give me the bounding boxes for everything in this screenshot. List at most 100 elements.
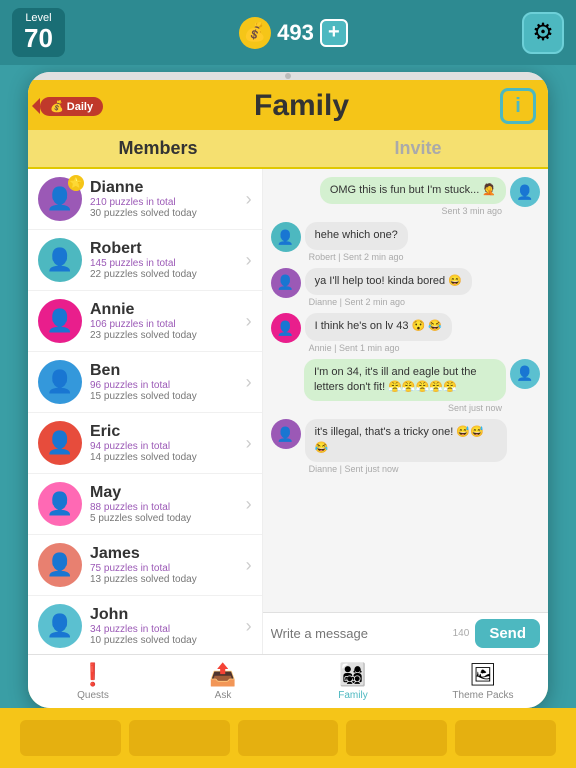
message-meta: Dianne | Sent 2 min ago (305, 297, 472, 307)
bottom-nav: ❗ Quests 📤 Ask 👨‍👩‍👧‍👦 Family 🖼 Theme Pa… (28, 654, 548, 708)
message-text: OMG this is fun but I'm stuck... 🤦 (320, 177, 506, 204)
daily-icon: 💰 (50, 101, 64, 113)
member-item[interactable]: 👤 Ben 96 puzzles in total 15 puzzles sol… (28, 352, 262, 413)
message-avatar: 👤 (510, 359, 540, 389)
bottom-bar (0, 708, 576, 768)
member-item[interactable]: 👤 John 34 puzzles in total 10 puzzles so… (28, 596, 262, 654)
device-notch (28, 72, 548, 80)
member-puzzles-total: 96 puzzles in total (90, 380, 246, 391)
bottom-tile-2 (129, 720, 230, 756)
theme-packs-nav-icon: 🖼 (469, 662, 497, 688)
member-arrow-icon: › (246, 616, 252, 637)
star-badge: ⭐ (68, 175, 84, 191)
member-puzzles-total: 75 puzzles in total (90, 563, 246, 574)
member-arrow-icon: › (246, 311, 252, 332)
chat-input-row: 140 Send (263, 612, 548, 654)
nav-item-ask[interactable]: 📤 Ask (158, 662, 288, 701)
app-header: 💰 Daily Family i (28, 80, 548, 130)
member-puzzles-total: 88 puzzles in total (90, 502, 246, 513)
message-text: ya I'll help too! kinda bored 😄 (305, 268, 472, 295)
member-arrow-icon: › (246, 250, 252, 271)
member-arrow-icon: › (246, 372, 252, 393)
bottom-tile-4 (346, 720, 447, 756)
notch-dot (285, 73, 291, 79)
char-count: 140 (453, 628, 470, 639)
message-meta: Dianne | Sent just now (305, 464, 507, 474)
group-title: Family (254, 89, 349, 123)
message-text: hehe which one? (305, 222, 408, 249)
message-text: I'm on 34, it's ill and eagle but the le… (304, 359, 506, 402)
member-puzzles-total: 34 puzzles in total (90, 624, 246, 635)
message-row: 👤 ya I'll help too! kinda bored 😄 Dianne… (271, 268, 540, 307)
member-info: Ben 96 puzzles in total 15 puzzles solve… (82, 362, 246, 402)
nav-item-theme-packs[interactable]: 🖼 Theme Packs (418, 662, 548, 701)
gear-icon: ⚙ (532, 18, 554, 47)
tab-invite[interactable]: Invite (288, 130, 548, 167)
message-meta: Sent just now (304, 403, 506, 413)
member-avatar: 👤 (38, 421, 82, 465)
message-avatar: 👤 (271, 313, 301, 343)
message-row: 👤 I think he's on lv 43 😯 😂 Annie | Sent… (271, 313, 540, 352)
coin-icon: 💰 (239, 17, 271, 49)
member-avatar: 👤 (38, 543, 82, 587)
member-item[interactable]: 👤 Robert 145 puzzles in total 22 puzzles… (28, 230, 262, 291)
members-list: 👤 ⭐ Dianne 210 puzzles in total 30 puzzl… (28, 169, 263, 654)
settings-button[interactable]: ⚙ (522, 12, 564, 54)
top-bar: Level 70 💰 493 + ⚙ (0, 0, 576, 65)
member-item[interactable]: 👤 James 75 puzzles in total 13 puzzles s… (28, 535, 262, 596)
member-info: Eric 94 puzzles in total 14 puzzles solv… (82, 423, 246, 463)
family-nav-icon: 👨‍👩‍👧‍👦 (339, 662, 366, 688)
message-avatar: 👤 (271, 222, 301, 252)
coins-count: 493 (277, 20, 314, 46)
quests-nav-icon: ❗ (79, 662, 106, 688)
message-bubble: I'm on 34, it's ill and eagle but the le… (304, 359, 506, 414)
info-button[interactable]: i (500, 88, 536, 124)
member-name: Ben (90, 362, 246, 380)
member-name: Eric (90, 423, 246, 441)
daily-label: Daily (67, 101, 93, 113)
coins-area: 💰 493 + (239, 17, 348, 49)
message-avatar: 👤 (510, 177, 540, 207)
message-meta: Robert | Sent 2 min ago (305, 252, 408, 262)
member-item[interactable]: 👤 Annie 106 puzzles in total 23 puzzles … (28, 291, 262, 352)
chat-messages: 👤 OMG this is fun but I'm stuck... 🤦 Sen… (263, 169, 548, 612)
member-item[interactable]: 👤 May 88 puzzles in total 5 puzzles solv… (28, 474, 262, 535)
member-item[interactable]: 👤 Eric 94 puzzles in total 14 puzzles so… (28, 413, 262, 474)
level-number: 70 (24, 24, 53, 53)
member-item[interactable]: 👤 ⭐ Dianne 210 puzzles in total 30 puzzl… (28, 169, 262, 230)
member-puzzles-today: 5 puzzles solved today (90, 513, 246, 524)
theme-packs-nav-label: Theme Packs (452, 690, 513, 701)
member-puzzles-today: 10 puzzles solved today (90, 635, 246, 646)
member-info: Annie 106 puzzles in total 23 puzzles so… (82, 301, 246, 341)
member-puzzles-today: 30 puzzles solved today (90, 208, 246, 219)
member-puzzles-today: 22 puzzles solved today (90, 269, 246, 280)
message-row: 👤 OMG this is fun but I'm stuck... 🤦 Sen… (271, 177, 540, 216)
member-avatar: 👤 (38, 360, 82, 404)
bottom-tile-5 (455, 720, 556, 756)
member-name: Annie (90, 301, 246, 319)
message-input[interactable] (271, 626, 447, 641)
add-coins-button[interactable]: + (320, 19, 348, 47)
message-bubble: ya I'll help too! kinda bored 😄 Dianne |… (305, 268, 472, 307)
member-arrow-icon: › (246, 189, 252, 210)
ask-nav-label: Ask (215, 690, 232, 701)
message-avatar: 👤 (271, 268, 301, 298)
nav-item-family[interactable]: 👨‍👩‍👧‍👦 Family (288, 662, 418, 701)
tabs-bar: Members Invite (28, 130, 548, 169)
nav-item-quests[interactable]: ❗ Quests (28, 662, 158, 701)
member-puzzles-today: 13 puzzles solved today (90, 574, 246, 585)
member-info: Dianne 210 puzzles in total 30 puzzles s… (82, 179, 246, 219)
message-meta: Sent 3 min ago (320, 206, 506, 216)
member-puzzles-total: 106 puzzles in total (90, 319, 246, 330)
message-row: 👤 hehe which one? Robert | Sent 2 min ag… (271, 222, 540, 261)
member-arrow-icon: › (246, 433, 252, 454)
message-text: I think he's on lv 43 😯 😂 (305, 313, 452, 340)
tab-members[interactable]: Members (28, 130, 288, 167)
message-text: it's illegal, that's a tricky one! 😅😅😂 (305, 419, 507, 462)
member-puzzles-total: 94 puzzles in total (90, 441, 246, 452)
send-button[interactable]: Send (475, 619, 540, 648)
member-puzzles-total: 145 puzzles in total (90, 258, 246, 269)
daily-badge: 💰 Daily (40, 97, 103, 116)
message-meta: Annie | Sent 1 min ago (305, 343, 452, 353)
app-content: 💰 Daily Family i Members Invite 👤 ⭐ (28, 80, 548, 708)
